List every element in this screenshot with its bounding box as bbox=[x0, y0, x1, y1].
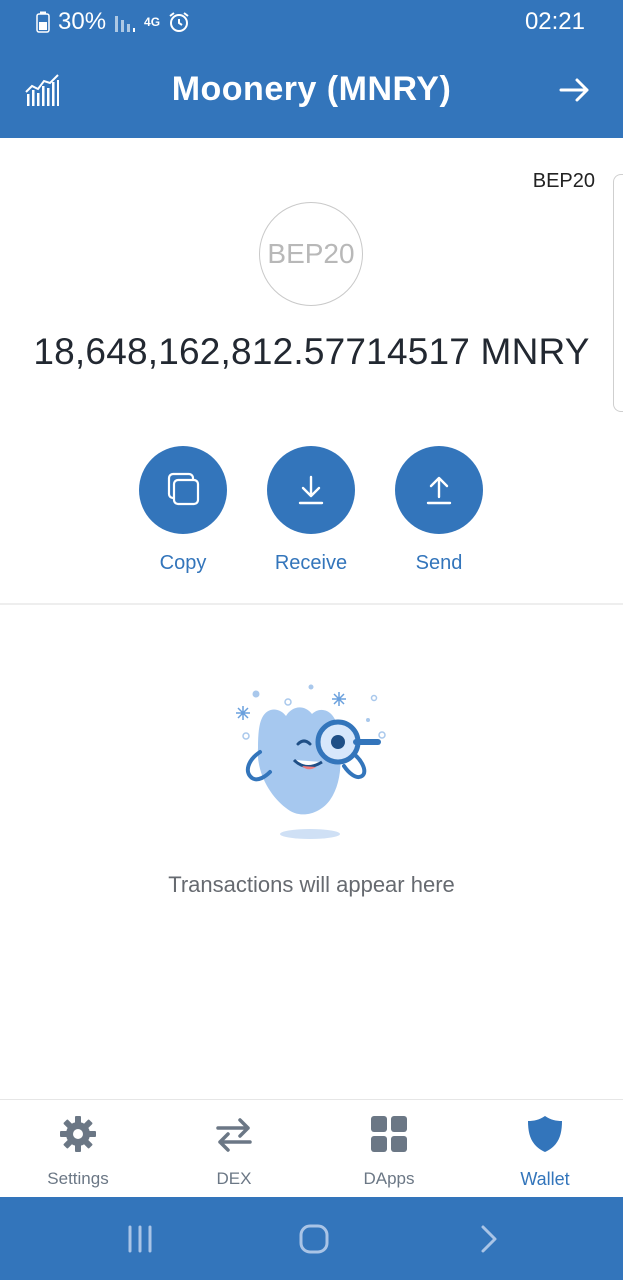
network-type: 4G bbox=[144, 15, 161, 29]
section-divider bbox=[0, 603, 623, 605]
action-buttons: Copy Receive Send bbox=[0, 446, 623, 586]
battery-icon bbox=[36, 11, 50, 33]
nav-label-settings: Settings bbox=[47, 1169, 109, 1188]
send-button-circle[interactable] bbox=[395, 446, 483, 534]
recents-button[interactable] bbox=[122, 1221, 158, 1257]
home-button[interactable] bbox=[296, 1221, 332, 1257]
chevron-right-icon bbox=[481, 1225, 497, 1253]
home-icon bbox=[299, 1224, 329, 1254]
bottom-navigation: Settings DEX DApps Wallet bbox=[0, 1099, 623, 1197]
app-header: Moonery (MNRY) bbox=[0, 42, 623, 138]
mascot-illustration bbox=[236, 684, 386, 839]
download-icon bbox=[298, 475, 324, 505]
send-label: Send bbox=[415, 552, 463, 574]
nav-item-settings[interactable]: Settings bbox=[0, 1114, 156, 1189]
nav-label-wallet: Wallet bbox=[520, 1169, 570, 1189]
nav-item-dex[interactable]: DEX bbox=[156, 1114, 312, 1189]
token-logo: BEP20 bbox=[259, 202, 363, 306]
copy-icon bbox=[167, 472, 200, 506]
swap-icon bbox=[216, 1118, 252, 1152]
nav-item-dapps[interactable]: DApps bbox=[311, 1114, 467, 1189]
copy-button-circle[interactable] bbox=[139, 446, 227, 534]
receive-button[interactable]: Receive bbox=[256, 446, 366, 575]
shield-icon bbox=[528, 1116, 562, 1152]
send-button[interactable]: Send bbox=[384, 446, 494, 575]
page-title: Moonery (MNRY) bbox=[171, 70, 452, 108]
status-left-group: 30% 4G bbox=[36, 8, 190, 36]
signal-icon bbox=[115, 16, 136, 32]
upload-icon bbox=[426, 476, 452, 505]
alarm-icon bbox=[169, 12, 189, 32]
copy-button[interactable]: Copy bbox=[128, 446, 238, 575]
receive-button-circle[interactable] bbox=[267, 446, 355, 534]
token-logo-text: BEP20 bbox=[267, 238, 355, 269]
system-navigation-bar bbox=[0, 1197, 623, 1280]
status-time: 02:21 bbox=[524, 8, 585, 35]
nav-label-dex: DEX bbox=[216, 1169, 252, 1188]
side-panel-handle[interactable] bbox=[613, 174, 623, 412]
receive-label: Receive bbox=[274, 552, 348, 574]
back-button[interactable] bbox=[470, 1221, 506, 1257]
grid-icon bbox=[371, 1116, 407, 1152]
token-balance: 18,648,162,812.57714517 MNRY bbox=[33, 331, 590, 372]
network-tag: BEP20 bbox=[532, 170, 595, 192]
recents-icon bbox=[128, 1225, 152, 1253]
nav-item-wallet[interactable]: Wallet bbox=[467, 1114, 623, 1190]
nav-label-dapps: DApps bbox=[363, 1169, 415, 1188]
status-bar: 30% 4G 02:21 bbox=[0, 0, 623, 42]
empty-state-message: Transactions will appear here bbox=[168, 872, 455, 897]
copy-label: Copy bbox=[159, 552, 207, 574]
arrow-right-icon bbox=[559, 78, 589, 102]
forward-button[interactable] bbox=[557, 72, 593, 108]
gear-icon bbox=[60, 1116, 96, 1152]
battery-percent: 30% bbox=[58, 8, 107, 35]
